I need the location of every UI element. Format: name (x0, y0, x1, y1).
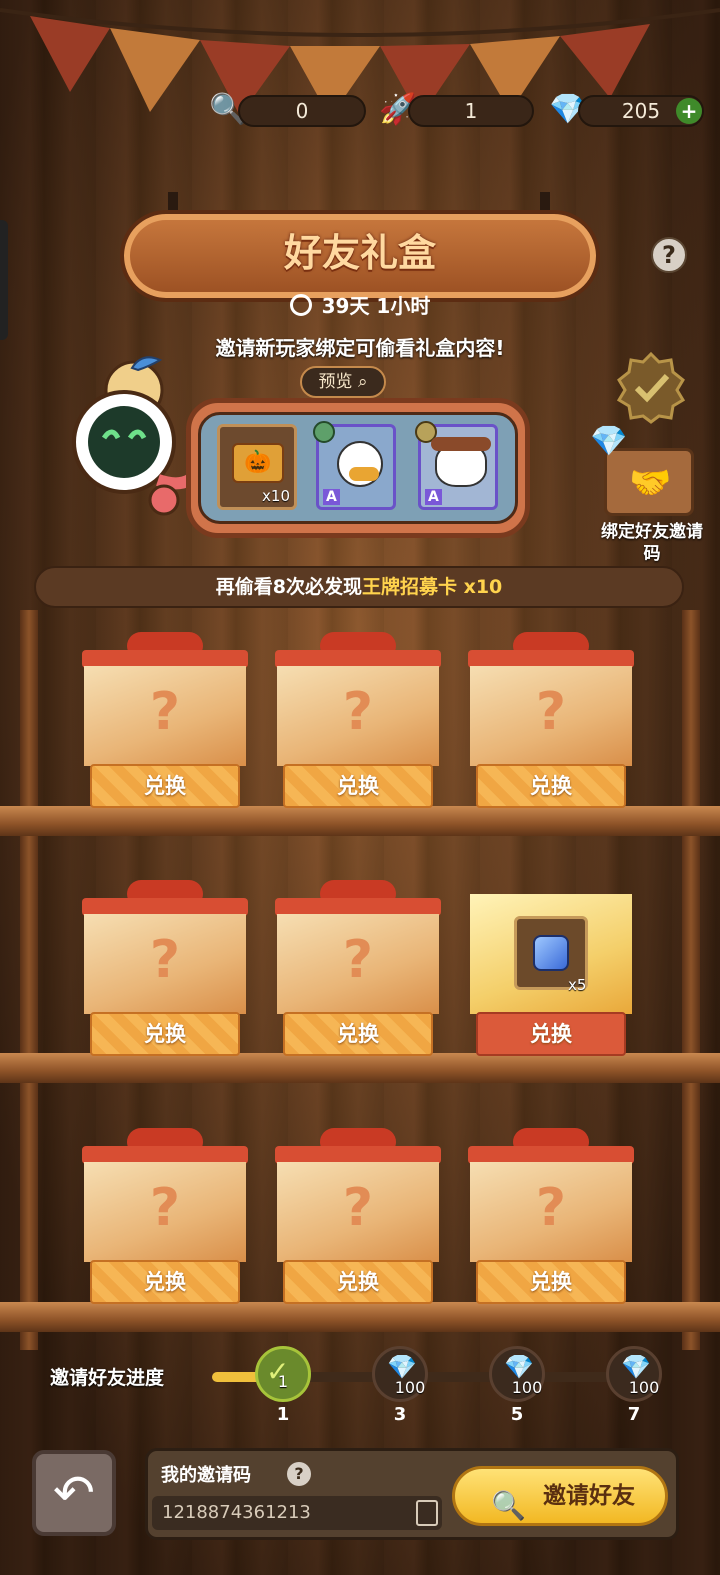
redeem-button[interactable]: 兑换 (90, 764, 240, 808)
banner-highlight: 王牌招募卡 (361, 576, 457, 598)
progress-node-number: 7 (627, 1404, 641, 1425)
reward-banner-text: 再偷看8次必发现王牌招募卡 x10 (34, 572, 684, 602)
progress-node-number: 1 (276, 1404, 290, 1425)
item-count: x5 (568, 976, 587, 994)
redeem-button[interactable]: 兑换 (283, 1260, 433, 1304)
preview-item-count: x10 (262, 487, 290, 505)
redeem-button[interactable]: 兑换 (90, 1260, 240, 1304)
bind-invite-code-label: 绑定好友邀请码 (601, 522, 703, 564)
clock-icon (289, 294, 312, 316)
diamond-icon: 💎 (504, 1353, 534, 1381)
dog-cap (431, 437, 491, 451)
back-arrow-icon: ↶ (53, 1464, 95, 1522)
question-mark-icon: ? (342, 682, 374, 742)
preview-item-ticket[interactable]: 🎃 x10 (217, 424, 297, 510)
question-mark-icon: ? (149, 682, 181, 742)
system-side-handle[interactable] (0, 220, 8, 340)
redeem-button[interactable]: 兑换 (283, 764, 433, 808)
gift-box[interactable]: ? 兑换 (275, 880, 441, 1056)
gift-box-screen: { "currency": { "magnifier": {"icon": "m… (0, 0, 720, 1575)
shelf-board (0, 1053, 720, 1083)
gift-box-opened[interactable]: x5 兑换 (468, 880, 634, 1056)
gift-box[interactable]: ? 兑换 (468, 1128, 634, 1304)
rocket-count: 1 (408, 95, 534, 127)
copy-icon[interactable] (416, 1500, 438, 1526)
invite-friends-button[interactable]: 🔍 邀请好友 (452, 1466, 668, 1526)
back-button[interactable]: ↶ (32, 1450, 116, 1536)
question-mark-icon: ? (342, 1178, 374, 1238)
countdown-timer: 39天 1小时 (250, 292, 470, 320)
progress-node-reward: 100 (394, 1378, 426, 1397)
progress-node-reward: 100 (511, 1378, 543, 1397)
progress-node-number: 5 (510, 1404, 524, 1425)
shelf-board (0, 1302, 720, 1332)
magnifier-count: 0 (238, 95, 366, 127)
diamond-icon: 💎 (621, 1353, 651, 1381)
redeem-button[interactable]: 兑换 (476, 1260, 626, 1304)
preview-label: 预览 (318, 372, 353, 392)
preview-button[interactable]: 预览 ⌕ (300, 366, 386, 398)
gift-box[interactable]: ? 兑换 (82, 1128, 248, 1304)
redeem-button[interactable]: 兑换 (476, 764, 626, 808)
shelf-post-right (682, 610, 700, 1350)
magnifier-icon: 🔍 (491, 1489, 526, 1522)
redeem-button[interactable]: 兑换 (476, 1012, 626, 1056)
my-invite-code-label: 我的邀请码 (161, 1465, 251, 1486)
question-mark-icon: ? (149, 1178, 181, 1238)
banner-suffix: x10 (456, 576, 503, 598)
invite-code-help-button[interactable]: ? (287, 1462, 311, 1486)
question-mark-icon: ? (342, 930, 374, 990)
shelf-board (0, 806, 720, 836)
invite-code-field[interactable]: 1218874361213 (152, 1496, 442, 1530)
gift-box[interactable]: ? 兑换 (82, 880, 248, 1056)
search-icon: ⌕ (357, 372, 368, 392)
question-mark-icon: ? (149, 930, 181, 990)
progress-node-reward: 1 (277, 1372, 289, 1391)
handshake-icon: 🤝 (629, 463, 672, 503)
diamond-icon: 💎 (590, 424, 628, 459)
gift-box[interactable]: ? 兑换 (275, 632, 441, 808)
gift-box[interactable]: ? 兑换 (275, 1128, 441, 1304)
help-button[interactable]: ? (651, 237, 687, 273)
question-mark-icon: ? (535, 682, 567, 742)
rank-badge: A (425, 489, 442, 505)
gift-box[interactable]: ? 兑换 (468, 632, 634, 808)
rank-badge: A (323, 489, 340, 505)
progress-node-number: 3 (393, 1404, 407, 1425)
invite-progress-label: 邀请好友进度 (50, 1367, 165, 1389)
cube-shape (533, 935, 569, 971)
pumpkin-ticket-icon: 🎃 (232, 443, 284, 483)
redeem-button[interactable]: 兑换 (283, 1012, 433, 1056)
progress-node-reward: 100 (628, 1378, 660, 1397)
banner-prefix: 再偷看8次必发现 (215, 576, 362, 598)
timer-text: 39天 1小时 (321, 294, 431, 318)
preview-item-duck-card[interactable]: A (313, 421, 396, 510)
question-mark-icon: ? (535, 1178, 567, 1238)
page-title: 好友礼盒 (283, 231, 436, 275)
element-badge-icon (313, 421, 335, 443)
add-diamond-plus-icon[interactable]: + (676, 98, 702, 124)
diamond-icon: 💎 (387, 1353, 417, 1381)
preview-item-dog-card[interactable]: A (415, 421, 498, 510)
check-badge-icon[interactable] (615, 352, 687, 424)
shelf-post-left (20, 610, 38, 1350)
invite-friends-label: 邀请好友 (543, 1483, 635, 1509)
redeem-button[interactable]: 兑换 (90, 1012, 240, 1056)
gift-box[interactable]: ? 兑换 (82, 632, 248, 808)
duck-beak (349, 467, 379, 481)
